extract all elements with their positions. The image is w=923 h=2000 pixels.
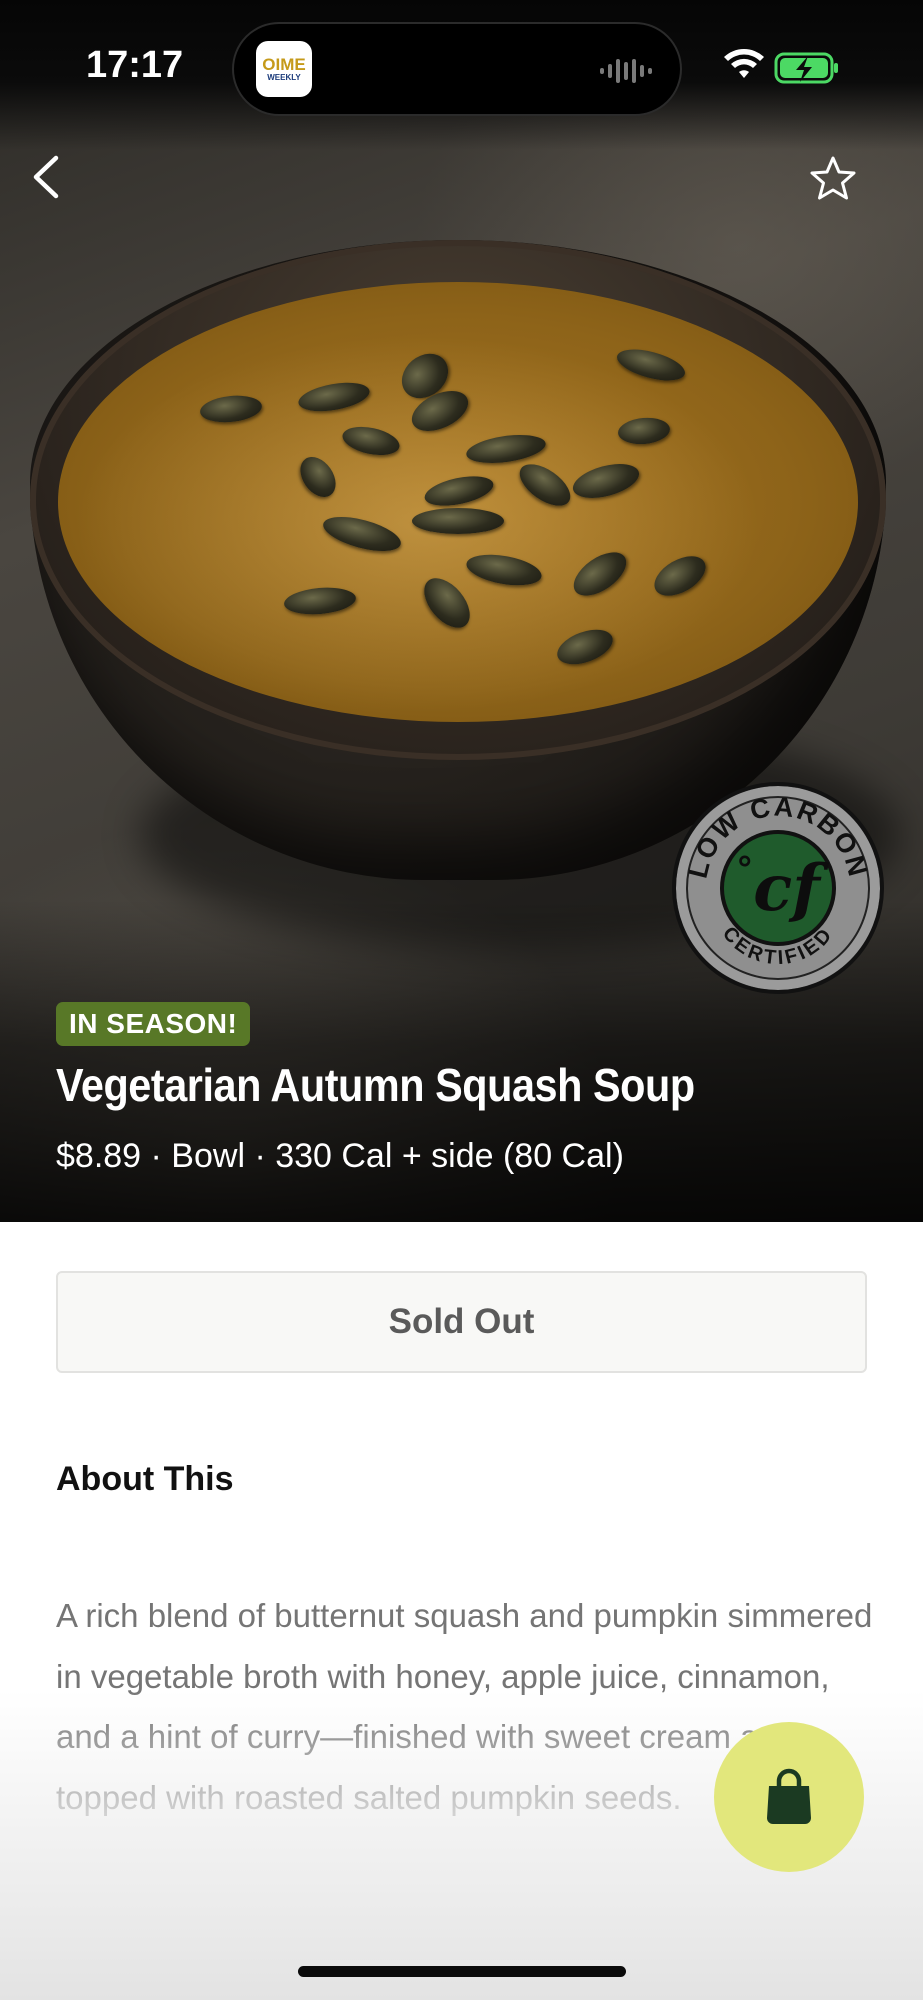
in-season-badge: IN SEASON!: [56, 1002, 251, 1046]
cf-logo: ° cf: [720, 830, 836, 946]
cf-logo-text: cf: [753, 850, 820, 926]
pumpkin-seed: [412, 508, 504, 534]
back-button[interactable]: [26, 150, 66, 204]
home-indicator[interactable]: [298, 1966, 626, 1977]
low-carbon-certified-badge: LOW CARBON CERTIFIED ° cf: [672, 782, 884, 994]
item-price-calories: $8.89 · Bowl · 330 Cal + side (80 Cal): [56, 1137, 624, 1175]
live-activity-app-icon[interactable]: OIME WEEKLY: [256, 41, 312, 97]
chevron-left-icon: [33, 155, 59, 199]
shopping-bag-icon: [767, 1768, 811, 1824]
app-icon-line1: OIME: [262, 54, 306, 74]
app-icon-line2: WEEKLY: [267, 72, 301, 82]
battery-charging-icon: [774, 52, 838, 84]
wifi-icon: [724, 49, 764, 78]
star-outline-icon: [810, 156, 856, 200]
cf-degree: °: [736, 850, 754, 890]
dynamic-island[interactable]: OIME WEEKLY: [232, 22, 682, 116]
cart-button[interactable]: [714, 1722, 864, 1872]
about-heading: About This: [56, 1460, 234, 1498]
sold-out-button[interactable]: Sold Out: [56, 1271, 867, 1373]
waveform-icon: [600, 59, 652, 83]
item-title: Vegetarian Autumn Squash Soup: [56, 1059, 695, 1111]
status-icons: [724, 49, 838, 84]
favorite-button[interactable]: [808, 154, 858, 204]
status-time: 17:17: [86, 44, 184, 86]
